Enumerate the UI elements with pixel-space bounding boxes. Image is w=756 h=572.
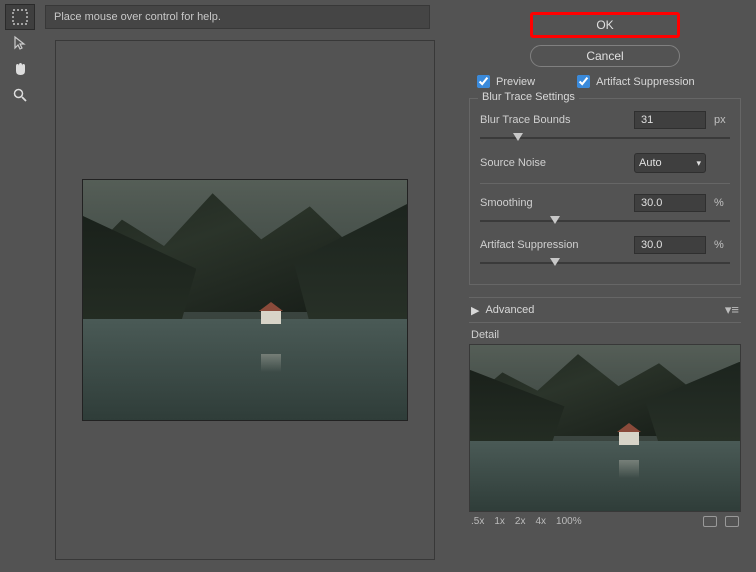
smoothing-label: Smoothing — [480, 197, 634, 209]
blur-trace-legend: Blur Trace Settings — [478, 91, 579, 103]
ok-button[interactable]: OK — [530, 12, 680, 38]
artifact-checkbox-input[interactable] — [577, 75, 590, 88]
zoom-tool[interactable] — [5, 82, 35, 108]
smoothing-slider[interactable] — [480, 216, 730, 230]
zoom-1x[interactable]: 1x — [494, 516, 505, 527]
smoothing-input[interactable] — [634, 194, 706, 212]
undock-icon[interactable] — [703, 516, 717, 527]
options-row: Preview Artifact Suppression — [469, 75, 741, 88]
direct-select-tool[interactable] — [5, 30, 35, 56]
artifact-suppression-checkbox[interactable]: Artifact Suppression — [577, 75, 694, 88]
preview-checkbox-input[interactable] — [477, 75, 490, 88]
disclosure-triangle-icon: ▶ — [471, 304, 479, 317]
preview-image[interactable] — [82, 179, 408, 421]
source-noise-select[interactable]: Auto ▾ — [634, 153, 706, 173]
artifact-label: Artifact Suppression — [596, 76, 694, 88]
zoom-4x[interactable]: 4x — [535, 516, 546, 527]
zoom-100[interactable]: 100% — [556, 516, 582, 527]
source-noise-label: Source Noise — [480, 157, 634, 169]
dock-icon[interactable] — [725, 516, 739, 527]
detail-preview[interactable] — [469, 344, 741, 512]
artifact-suppression-label: Artifact Suppression — [480, 239, 634, 251]
blur-trace-bounds-unit: px — [706, 114, 730, 126]
preview-checkbox[interactable]: Preview — [477, 75, 535, 88]
marquee-tool[interactable] — [5, 4, 35, 30]
zoom-bar: .5x 1x 2x 4x 100% — [469, 512, 741, 531]
smoothing-unit: % — [706, 197, 730, 209]
artifact-suppression-input[interactable] — [634, 236, 706, 254]
blur-trace-settings: Blur Trace Settings Blur Trace Bounds px… — [469, 98, 741, 285]
blur-trace-bounds-label: Blur Trace Bounds — [480, 114, 634, 126]
detail-label: Detail — [469, 329, 741, 341]
panel-menu-icon[interactable]: ▾≡ — [725, 302, 739, 318]
zoom-2x[interactable]: 2x — [515, 516, 526, 527]
settings-panel: OK Cancel Preview Artifact Suppression B… — [455, 0, 755, 572]
preview-area — [55, 40, 435, 560]
advanced-label: Advanced — [485, 304, 534, 316]
blur-trace-bounds-slider[interactable] — [480, 133, 730, 147]
hand-tool[interactable] — [5, 56, 35, 82]
left-toolbar — [0, 0, 40, 572]
help-bar: Place mouse over control for help. — [45, 5, 430, 29]
advanced-toggle[interactable]: ▶ Advanced ▾≡ — [469, 297, 741, 323]
preview-label: Preview — [496, 76, 535, 88]
cancel-button[interactable]: Cancel — [530, 45, 680, 67]
help-text: Place mouse over control for help. — [54, 11, 221, 23]
chevron-down-icon: ▾ — [696, 158, 701, 169]
zoom-half[interactable]: .5x — [471, 516, 484, 527]
blur-trace-bounds-input[interactable] — [634, 111, 706, 129]
artifact-suppression-unit: % — [706, 239, 730, 251]
artifact-suppression-slider[interactable] — [480, 258, 730, 272]
